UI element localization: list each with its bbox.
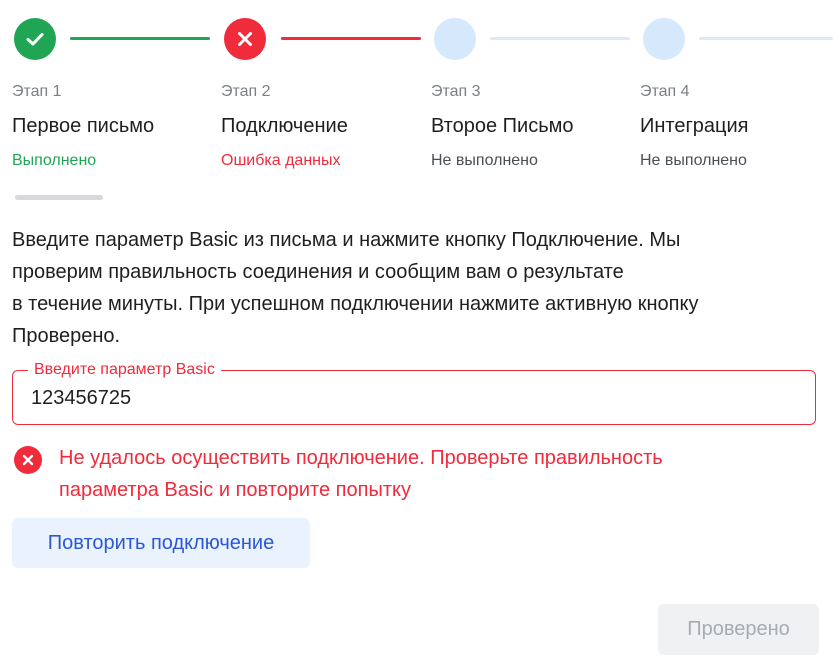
step-4-number: Этап 4 — [640, 83, 690, 100]
progress-stepper: Этап 1 Первое письмо Выполнено Этап 2 По… — [0, 0, 833, 200]
instruction-line-1: Введите параметр Basic из письма и нажми… — [12, 229, 681, 251]
instruction-line-3: в течение минуты. При успешном подключен… — [12, 293, 699, 315]
step-2-cross-icon — [224, 18, 266, 60]
step-4-status: Не выполнено — [640, 152, 747, 169]
error-message-line-2: параметра Basic и повторите попытку — [59, 479, 411, 501]
instruction-text: Введите параметр Basic из письма и нажми… — [12, 224, 812, 352]
step-connector-2 — [281, 37, 421, 40]
step-4-title: Интеграция — [640, 115, 749, 137]
step-4-pending-icon — [643, 18, 685, 60]
step-3-status: Не выполнено — [431, 152, 538, 169]
step-3-pending-icon — [434, 18, 476, 60]
step-1-number: Этап 1 — [12, 83, 62, 100]
instruction-line-4: Проверено. — [12, 325, 121, 347]
basic-parameter-field: Введите параметр Basic — [12, 360, 816, 425]
step-2-number: Этап 2 — [221, 83, 271, 100]
error-icon — [14, 446, 42, 474]
step-2-title: Подключение — [221, 115, 348, 137]
step-3-title: Второе Письмо — [431, 115, 574, 137]
step-1-status: Выполнено — [12, 152, 97, 169]
basic-parameter-label: Введите параметр Basic — [28, 360, 221, 380]
basic-parameter-input[interactable] — [31, 383, 791, 413]
stepper-scrollbar[interactable] — [15, 195, 103, 200]
step-1-title: Первое письмо — [12, 115, 155, 137]
error-message: Не удалось осуществить подключение. Пров… — [59, 442, 819, 506]
error-message-line-1: Не удалось осуществить подключение. Пров… — [59, 447, 663, 469]
step-2-status: Ошибка данных — [221, 152, 341, 169]
step-connector-3 — [490, 37, 630, 40]
retry-connection-button[interactable]: Повторить подключение — [12, 518, 310, 568]
step-3-number: Этап 3 — [431, 83, 481, 100]
verified-button[interactable]: Проверено — [658, 604, 819, 655]
step-connector-1 — [70, 37, 210, 40]
step-1-check-icon — [14, 18, 56, 60]
step-connector-4 — [699, 37, 833, 40]
instruction-line-2: проверим правильность соединения и сообщ… — [12, 261, 624, 283]
